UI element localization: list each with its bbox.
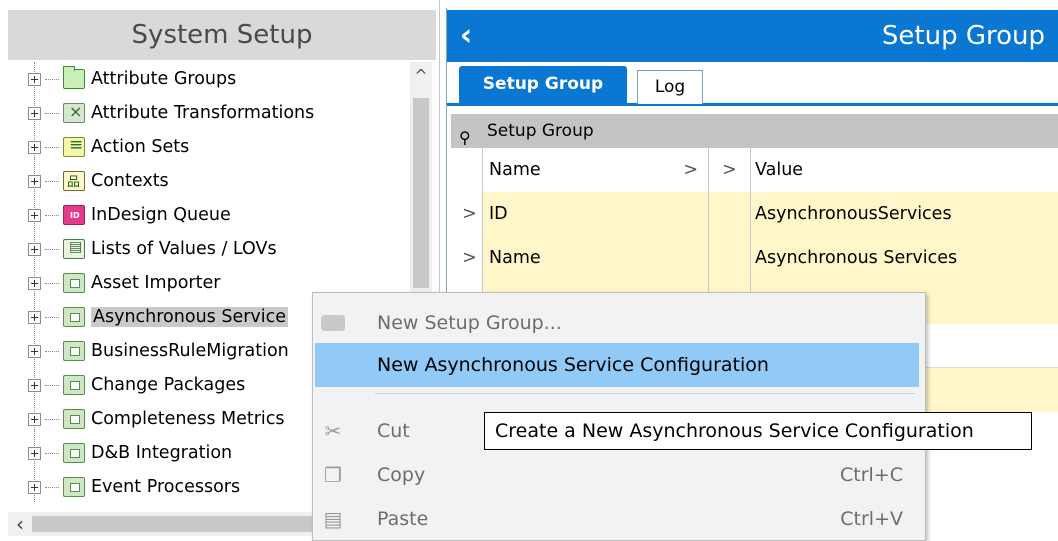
tree-item-asynchronous-services[interactable]: Asynchronous Service	[28, 300, 289, 334]
tree-item-label: Attribute Groups	[91, 69, 237, 89]
tree-item-label: Contexts	[91, 171, 169, 191]
expand-icon[interactable]	[28, 174, 41, 188]
tree-item-label: Completeness Metrics	[91, 409, 285, 429]
green-folder-icon	[63, 66, 85, 89]
expand-icon[interactable]	[28, 344, 41, 358]
tree-item-indesign-queue[interactable]: InDesign Queue	[28, 198, 231, 232]
setup-group-icon	[63, 375, 85, 395]
camera-icon	[321, 315, 345, 331]
menu-item-paste[interactable]: ▤ Paste Ctrl+V	[315, 497, 923, 541]
table-row[interactable]: > ID AsynchronousServices	[457, 192, 1058, 236]
tree-item-change-packages[interactable]: Change Packages	[28, 368, 245, 402]
setup-group-icon	[63, 307, 85, 327]
tab-strip: Setup Group Log	[447, 62, 1058, 106]
back-arrow-icon[interactable]: ‹	[451, 18, 481, 54]
grid-header-row: Name > > Value	[457, 148, 1058, 192]
scissors-icon: ✂	[324, 419, 342, 443]
tree-item-event-processors[interactable]: Event Processors	[28, 470, 240, 504]
tree-item-label: Change Packages	[91, 375, 246, 395]
menu-item-copy[interactable]: ❐ Copy Ctrl+C	[315, 453, 923, 497]
tree-item-label: Action Sets	[91, 137, 190, 157]
column-header-label: Name	[489, 160, 541, 180]
action-set-icon	[63, 135, 85, 157]
system-setup-title: System Setup	[8, 10, 436, 60]
tree-item-contexts[interactable]: Contexts	[28, 164, 169, 198]
tree-item-label: Lists of Values / LOVs	[91, 239, 277, 259]
transformation-icon	[63, 102, 85, 123]
editor-header: ‹ Setup Group	[447, 10, 1058, 62]
tree-item-label: Attribute Transformations	[91, 103, 315, 123]
grid-title: Setup Group	[487, 121, 594, 141]
expand-icon[interactable]	[28, 106, 41, 120]
lov-icon	[63, 239, 85, 259]
tree-item-attribute-transformations[interactable]: Attribute Transformations	[28, 96, 314, 130]
paste-icon: ▤	[323, 507, 343, 531]
tree-item-businessrulemigration[interactable]: BusinessRuleMigration	[28, 334, 289, 368]
expand-icon[interactable]	[28, 378, 41, 392]
tree-item-label: Event Processors	[91, 477, 241, 497]
column-header-name[interactable]: Name >	[483, 148, 709, 192]
row-name: ID	[483, 192, 709, 236]
scroll-left-icon[interactable]: ‹	[10, 512, 30, 536]
tree-item-label: InDesign Queue	[91, 205, 231, 225]
expand-icon[interactable]	[28, 446, 41, 460]
menu-item-label: New Asynchronous Service Configuration	[377, 354, 769, 376]
menu-separator	[375, 393, 915, 394]
tree-item-attribute-groups[interactable]: Attribute Groups	[28, 62, 236, 96]
expand-icon[interactable]	[28, 276, 41, 290]
copy-icon: ❐	[324, 463, 342, 487]
tree-item-asset-importer[interactable]: Asset Importer	[28, 266, 220, 300]
tree-item-label: Asset Importer	[91, 273, 221, 293]
expand-icon[interactable]	[28, 480, 41, 494]
tooltip: Create a New Asynchronous Service Config…	[484, 412, 1032, 450]
expand-icon[interactable]	[28, 72, 41, 86]
table-row[interactable]: > Name Asynchronous Services	[457, 236, 1058, 280]
tree-item-completeness-metrics[interactable]: Completeness Metrics	[28, 402, 285, 436]
setup-group-icon	[63, 409, 85, 429]
tree-item-label: D&B Integration	[91, 443, 233, 463]
menu-item-label: Paste	[377, 508, 429, 530]
expand-icon[interactable]	[28, 208, 41, 222]
expand-icon[interactable]	[28, 242, 41, 256]
expand-icon[interactable]	[28, 310, 41, 324]
setup-group-icon	[63, 443, 85, 463]
tree-item-dnb-integration[interactable]: D&B Integration	[28, 436, 232, 470]
tree-item-action-sets[interactable]: Action Sets	[28, 130, 189, 164]
row-name: Name	[483, 236, 709, 280]
setup-group-icon	[63, 341, 85, 361]
indesign-icon	[63, 205, 85, 225]
menu-item-label: New Setup Group...	[377, 312, 562, 334]
pin-icon[interactable]: ⚲	[459, 121, 477, 147]
menu-item-new-async-service-config[interactable]: New Asynchronous Service Configuration	[315, 343, 919, 387]
row-expand-icon[interactable]: >	[457, 192, 483, 236]
menu-shortcut: Ctrl+V	[840, 508, 903, 530]
menu-item-label: Copy	[377, 464, 426, 486]
menu-shortcut: Ctrl+C	[840, 464, 903, 486]
grid-title-bar: ⚲ Setup Group	[451, 114, 1058, 148]
chevron-right-icon: >	[683, 160, 698, 180]
scroll-up-icon[interactable]: ^	[412, 66, 430, 85]
setup-group-icon	[63, 273, 85, 293]
tab-log[interactable]: Log	[637, 70, 703, 104]
tree-item-lovs[interactable]: Lists of Values / LOVs	[28, 232, 277, 266]
scroll-thumb[interactable]	[413, 98, 429, 288]
chevron-right-icon: >	[709, 148, 751, 192]
row-value[interactable]: Asynchronous Services	[751, 236, 1058, 280]
tree-item-label: BusinessRuleMigration	[91, 341, 289, 361]
tree-item-label: Asynchronous Service	[91, 307, 289, 327]
editor-title: Setup Group	[881, 21, 1045, 51]
tab-setup-group[interactable]: Setup Group	[459, 66, 627, 104]
row-expand-icon[interactable]: >	[457, 236, 483, 280]
context-tree-icon	[63, 171, 85, 191]
menu-item-label: Cut	[377, 420, 410, 442]
expand-icon[interactable]	[28, 412, 41, 426]
row-value[interactable]: AsynchronousServices	[751, 192, 1058, 236]
expand-icon[interactable]	[28, 140, 41, 154]
column-header-value[interactable]: Value	[751, 148, 1058, 192]
menu-item-new-setup-group[interactable]: New Setup Group...	[315, 301, 923, 345]
setup-group-icon	[63, 477, 85, 497]
